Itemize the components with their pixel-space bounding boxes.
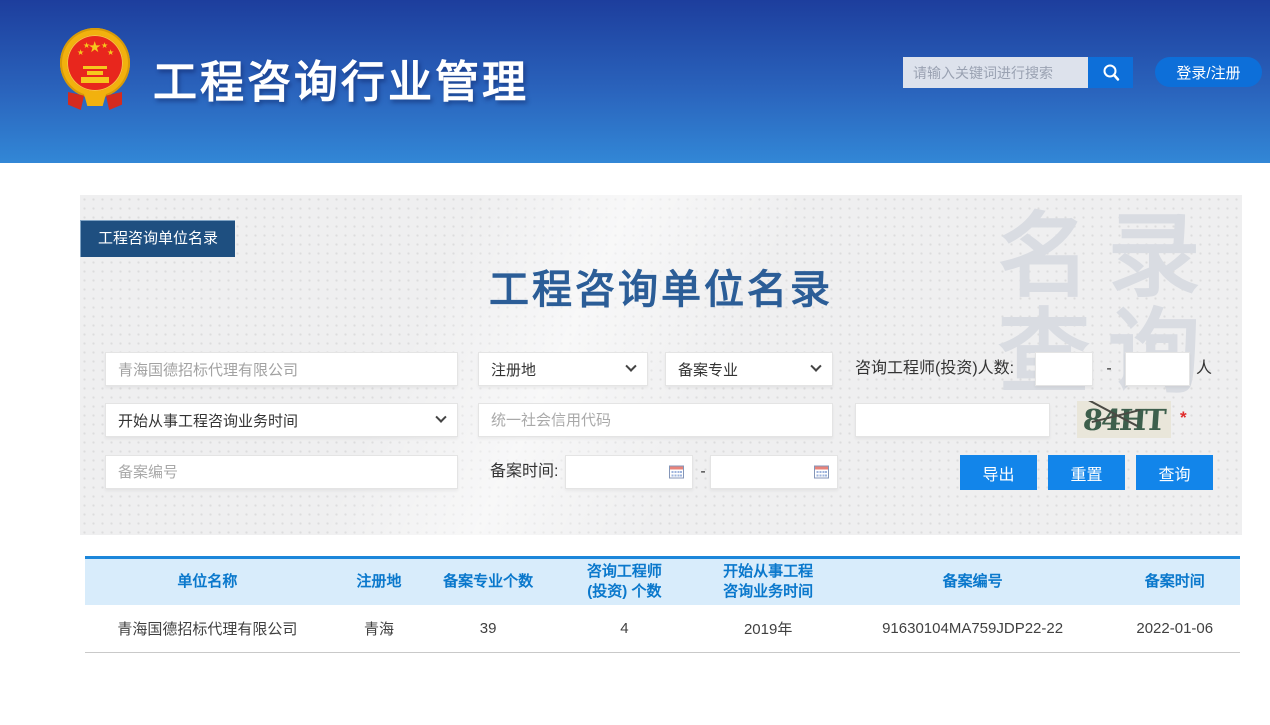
captcha-image[interactable]: 84HT: [1077, 401, 1171, 438]
cell-registration-place: 青海: [330, 605, 428, 652]
col-header-record-time: 备案时间: [1109, 559, 1240, 605]
record-time-start-datepicker[interactable]: [565, 455, 693, 489]
start-business-time-select[interactable]: 开始从事工程咨询业务时间: [105, 403, 458, 437]
cell-unit-name: 青海国德招标代理有限公司: [85, 605, 330, 652]
col-header-engineer-count: 咨询工程师 (投资) 个数: [548, 559, 700, 605]
engineer-count-max-input[interactable]: [1125, 352, 1190, 386]
star-icon: ★: [83, 42, 90, 50]
page: ★ ★ ★ ★ ★ 工程咨询行业管理 登录/注册 名录: [0, 0, 1270, 725]
person-unit-label: 人: [1196, 352, 1212, 386]
captcha-input[interactable]: [855, 403, 1050, 437]
cell-engineer-count: 4: [548, 605, 700, 652]
export-button[interactable]: 导出: [960, 455, 1037, 490]
search-icon: [1101, 63, 1121, 83]
col-header-start-time: 开始从事工程 咨询业务时间: [701, 559, 836, 605]
range-dash: -: [697, 455, 709, 489]
record-specialty-select[interactable]: 备案专业: [665, 352, 833, 386]
emblem-gate: [83, 66, 107, 69]
emblem-gear: [84, 94, 106, 106]
query-button[interactable]: 查询: [1136, 455, 1213, 490]
query-panel: 名录 查询 工程咨询单位名录 工程咨询单位名录 注册地 备案专业 咨询工程师(投…: [80, 195, 1242, 535]
emblem-gate: [87, 71, 103, 75]
record-time-end-datepicker[interactable]: [710, 455, 838, 489]
registration-place-select[interactable]: 注册地: [478, 352, 648, 386]
login-register-button[interactable]: 登录/注册: [1155, 57, 1262, 87]
chevron-down-icon: [435, 412, 446, 423]
star-icon: ★: [77, 49, 84, 57]
tab-unit-directory[interactable]: 工程咨询单位名录: [80, 220, 235, 257]
engineer-count-label: 咨询工程师(投资)人数:: [855, 352, 1014, 386]
engineer-count-min-input[interactable]: [1035, 352, 1093, 386]
cell-record-time: 2022-01-06: [1109, 605, 1240, 652]
cell-start-time: 2019年: [701, 605, 836, 652]
cell-record-number: 91630104MA759JDP22-22: [836, 605, 1110, 652]
company-name-input[interactable]: [105, 352, 458, 386]
col-header-unit-name: 单位名称: [85, 559, 330, 605]
credit-code-input[interactable]: [478, 403, 833, 437]
range-dash: -: [1099, 352, 1119, 386]
results-table: 单位名称 注册地 备案专业个数 咨询工程师 (投资) 个数 开始从事工程 咨询业…: [85, 556, 1240, 653]
calendar-icon: [814, 465, 829, 479]
header: ★ ★ ★ ★ ★ 工程咨询行业管理 登录/注册: [0, 0, 1270, 163]
col-header-record-number: 备案编号: [836, 559, 1110, 605]
table-header-row: 单位名称 注册地 备案专业个数 咨询工程师 (投资) 个数 开始从事工程 咨询业…: [85, 559, 1240, 605]
col-header-specialty-count: 备案专业个数: [428, 559, 548, 605]
site-title: 工程咨询行业管理: [153, 46, 529, 110]
record-time-label: 备案时间:: [490, 455, 558, 489]
emblem-gate: [81, 77, 109, 83]
table-row: 青海国德招标代理有限公司 青海 39 4 2019年 91630104MA759…: [85, 605, 1240, 652]
calendar-icon: [669, 465, 684, 479]
chevron-down-icon: [810, 361, 821, 372]
star-icon: ★: [107, 49, 114, 57]
record-number-input[interactable]: [105, 455, 458, 489]
header-search: [903, 57, 1133, 88]
select-value: 开始从事工程咨询业务时间: [118, 410, 298, 431]
required-asterisk: *: [1180, 408, 1187, 428]
col-header-registration-place: 注册地: [330, 559, 428, 605]
national-emblem-logo: ★ ★ ★ ★ ★: [60, 26, 130, 118]
page-title: 工程咨询单位名录: [80, 257, 1242, 315]
cell-specialty-count: 39: [428, 605, 548, 652]
search-button[interactable]: [1088, 57, 1133, 88]
select-value: 备案专业: [678, 359, 738, 380]
search-input[interactable]: [903, 57, 1088, 88]
select-value: 注册地: [491, 359, 536, 380]
reset-button[interactable]: 重置: [1048, 455, 1125, 490]
chevron-down-icon: [625, 361, 636, 372]
